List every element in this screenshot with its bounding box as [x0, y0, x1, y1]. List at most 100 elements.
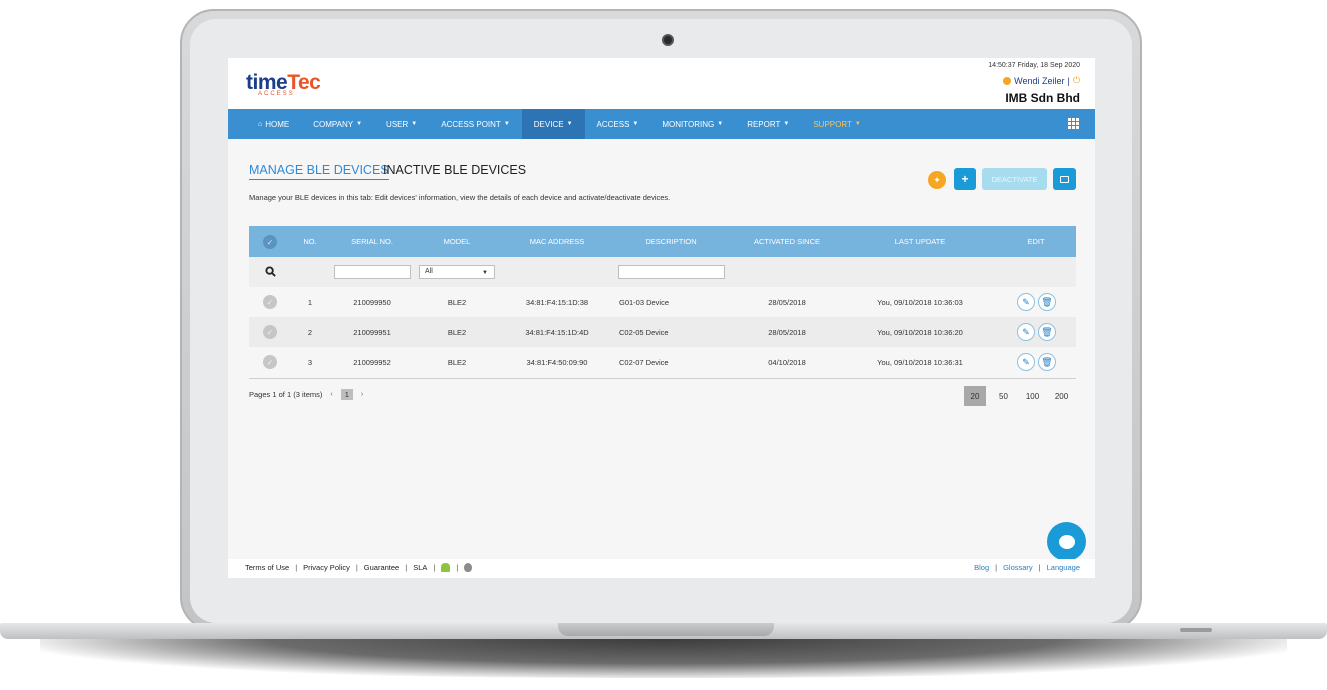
user-menu[interactable]: Wendi Zeiler | ⏻ — [1003, 75, 1080, 86]
page-size-200[interactable]: 200 — [1047, 386, 1076, 406]
nav-device-label: DEVICE — [533, 119, 564, 129]
user-name[interactable]: Wendi Zeiler — [1014, 76, 1064, 86]
print-button[interactable] — [1053, 168, 1076, 190]
nav-home[interactable]: ⌂ HOME — [246, 109, 301, 139]
model-filter-value: All — [425, 268, 433, 275]
col-no[interactable]: NO. — [303, 237, 316, 246]
pencil-icon: ✎ — [1022, 296, 1030, 307]
page-size-20[interactable]: 20 — [964, 386, 986, 406]
footer-link-blog[interactable]: Blog — [974, 563, 989, 572]
description-filter-input[interactable] — [618, 265, 725, 279]
caret-down-icon: ▼ — [356, 121, 363, 127]
footer-left-links: Terms of Use | Privacy Policy | Guarante… — [245, 563, 473, 572]
cell-no: 2 — [307, 328, 313, 337]
search-icon[interactable] — [265, 266, 276, 277]
cell-description: C02-07 Device — [619, 358, 669, 367]
cell-serial: 210099952 — [353, 358, 391, 367]
row-checkbox[interactable]: ✓ — [263, 325, 277, 339]
row-checkbox[interactable]: ✓ — [263, 355, 277, 369]
edit-button[interactable]: ✎ — [1017, 293, 1035, 311]
deactivate-button[interactable]: DEACTIVATE — [982, 168, 1047, 190]
tab-inactive-ble-devices[interactable]: INACTIVE BLE DEVICES — [383, 163, 526, 177]
delete-button[interactable]: 🗑 — [1038, 323, 1056, 341]
cell-no: 3 — [307, 358, 313, 367]
apps-grid-icon[interactable] — [1068, 118, 1079, 129]
select-all-checkbox[interactable]: ✓ — [263, 235, 277, 249]
filter-row: All ▼ — [249, 257, 1076, 287]
lightbulb-help-button[interactable]: ✦ — [928, 171, 946, 189]
cell-last-update: You, 09/10/2018 10:36:03 — [877, 298, 963, 307]
apple-icon[interactable] — [464, 563, 473, 572]
row-checkbox[interactable]: ✓ — [263, 295, 277, 309]
col-mac-address[interactable]: MAC ADDRESS — [530, 237, 585, 246]
lightbulb-icon: ✦ — [933, 174, 941, 185]
col-model[interactable]: MODEL — [444, 237, 471, 246]
current-datetime: 14:50:37 Friday, 18 Sep 2020 — [988, 62, 1080, 69]
logo-subtitle: ACCESS — [258, 91, 295, 97]
nav-access-point[interactable]: ACCESS POINT ▼ — [429, 109, 522, 139]
footer-separator: | — [1038, 563, 1041, 572]
footer-link-language[interactable]: Language — [1047, 563, 1080, 572]
cell-model: BLE2 — [447, 328, 467, 337]
add-device-button[interactable]: + — [954, 168, 976, 190]
table-row[interactable]: ✓ 1 210099950 BLE2 34:81:F4:15:1D:38 G01… — [249, 287, 1076, 317]
table-row[interactable]: ✓ 2 210099951 BLE2 34:81:F4:15:1D:4D C02… — [249, 317, 1076, 347]
nav-access[interactable]: ACCESS ▼ — [585, 109, 651, 139]
model-filter-select[interactable]: All ▼ — [419, 265, 495, 279]
nav-user-label: USER — [386, 119, 409, 129]
col-activated-since[interactable]: ACTIVATED SINCE — [754, 237, 820, 246]
app-header: timeTec ACCESS 14:50:37 Friday, 18 Sep 2… — [228, 58, 1095, 109]
cell-model: BLE2 — [447, 358, 467, 367]
user-icon — [1003, 76, 1012, 85]
chat-icon — [1058, 534, 1075, 549]
footer-separator: | — [295, 563, 298, 572]
company-name: IMB Sdn Bhd — [1005, 91, 1080, 105]
page-number-button[interactable]: 1 — [340, 389, 353, 400]
caret-down-icon: ▼ — [783, 121, 790, 127]
nav-support[interactable]: SUPPORT ▼ — [801, 109, 872, 139]
pencil-icon: ✎ — [1022, 356, 1030, 367]
page-size-100[interactable]: 100 — [1018, 386, 1047, 406]
footer-link-sla[interactable]: SLA — [413, 563, 427, 572]
trash-icon: 🗑 — [1041, 326, 1053, 337]
main-navbar: ⌂ HOME COMPANY ▼ USER ▼ ACCESS POINT ▼ DEVIC… — [228, 109, 1095, 139]
nav-company[interactable]: COMPANY ▼ — [301, 109, 374, 139]
nav-access-label: ACCESS — [596, 119, 630, 129]
edit-button[interactable]: ✎ — [1017, 323, 1035, 341]
page-description: Manage your BLE devices in this tab: Edi… — [249, 193, 671, 202]
cell-activated: 04/10/2018 — [768, 358, 806, 367]
cell-mac: 34:81:F4:15:1D:38 — [525, 298, 589, 307]
col-last-update[interactable]: LAST UPDATE — [895, 237, 946, 246]
footer-link-privacy[interactable]: Privacy Policy — [303, 563, 350, 572]
cell-serial: 210099950 — [353, 298, 391, 307]
caret-down-icon: ▼ — [717, 121, 724, 127]
col-description[interactable]: DESCRIPTION — [645, 237, 696, 246]
page-size-50[interactable]: 50 — [989, 386, 1018, 406]
nav-device[interactable]: DEVICE ▼ — [521, 109, 585, 139]
col-serial-no[interactable]: SERIAL NO. — [351, 237, 393, 246]
pencil-icon: ✎ — [1022, 326, 1030, 337]
nav-support-label: SUPPORT — [813, 119, 852, 129]
nav-user[interactable]: USER ▼ — [374, 109, 429, 139]
footer-link-guarantee[interactable]: Guarantee — [364, 563, 399, 572]
next-page-icon[interactable]: › — [361, 391, 363, 398]
printer-icon — [1060, 175, 1069, 183]
tab-manage-ble-devices[interactable]: MANAGE BLE DEVICES — [249, 163, 389, 180]
edit-button[interactable]: ✎ — [1017, 353, 1035, 371]
nav-report[interactable]: REPORT ▼ — [735, 109, 801, 139]
table-row[interactable]: ✓ 3 210099952 BLE2 34:81:F4:50:09:90 C02… — [249, 347, 1076, 377]
cell-description: G01-03 Device — [619, 298, 670, 307]
laptop-notch — [558, 623, 774, 636]
cell-last-update: You, 09/10/2018 10:36:31 — [877, 358, 963, 367]
power-icon[interactable]: ⏻ — [1073, 75, 1080, 86]
cell-model: BLE2 — [447, 298, 467, 307]
serial-filter-input[interactable] — [334, 265, 411, 279]
footer-link-terms[interactable]: Terms of Use — [245, 563, 289, 572]
nav-monitoring[interactable]: MONITORING ▼ — [650, 109, 735, 139]
prev-page-icon[interactable]: ‹ — [330, 391, 332, 398]
android-icon[interactable] — [441, 563, 451, 572]
delete-button[interactable]: 🗑 — [1038, 293, 1056, 311]
delete-button[interactable]: 🗑 — [1038, 353, 1056, 371]
chat-button[interactable] — [1047, 522, 1086, 561]
footer-link-glossary[interactable]: Glossary — [1003, 563, 1033, 572]
